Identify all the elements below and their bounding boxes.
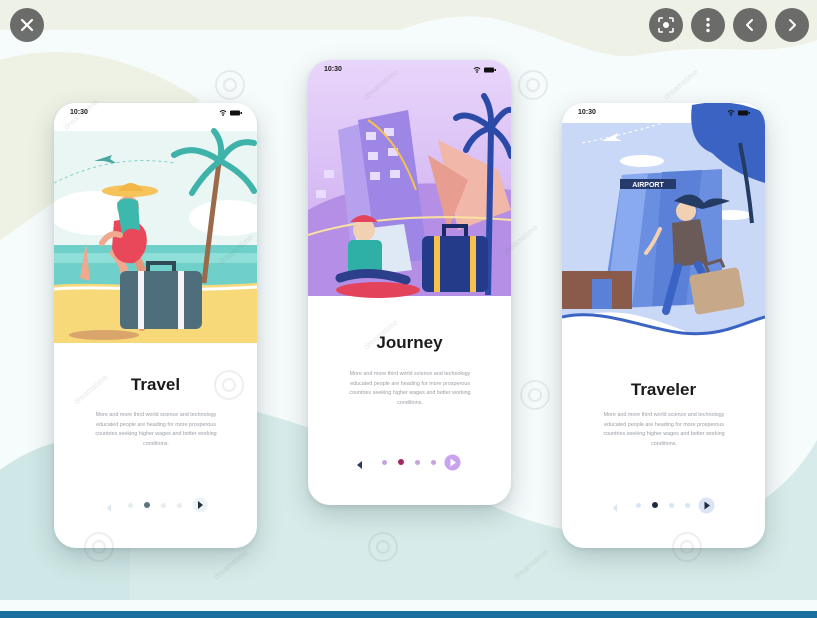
- screen-description: More and more third world science and te…: [590, 411, 738, 449]
- description-line: More and more third world science and te…: [603, 412, 725, 418]
- chevron-right-icon: [787, 18, 797, 32]
- pager: [612, 497, 716, 514]
- description-line: More and more third world science and te…: [349, 371, 471, 377]
- watermark-logo: [518, 70, 548, 100]
- more-vert-icon: [705, 17, 711, 33]
- pager-prev-icon[interactable]: [106, 500, 112, 518]
- city-journey-illustration: [308, 60, 511, 298]
- status-time: 10:30: [324, 66, 342, 73]
- chevron-left-icon: [745, 18, 755, 32]
- previous-image-button[interactable]: [733, 8, 767, 42]
- description-line: conditions.: [397, 399, 423, 406]
- pager-next-icon[interactable]: [192, 497, 208, 518]
- watermark-logo: [214, 370, 244, 400]
- visual-search-icon: [658, 17, 674, 33]
- watermark-logo: [215, 70, 245, 100]
- watermark-logo: [520, 380, 550, 410]
- bottom-accent-bar: [0, 611, 817, 618]
- status-bar: 10:30: [562, 103, 765, 123]
- status-time: 10:30: [578, 109, 596, 116]
- pager-dot[interactable]: [669, 503, 674, 508]
- pager-next-icon[interactable]: [698, 497, 715, 519]
- airport-sign: AIRPORT: [632, 182, 664, 189]
- pager-dot[interactable]: [177, 503, 182, 508]
- pager-dot-active[interactable]: [652, 502, 658, 508]
- description-line: educated people are heading for more pro…: [96, 421, 216, 428]
- description-line: educated people are heading for more pro…: [350, 380, 470, 387]
- pager-prev-icon[interactable]: [612, 500, 618, 518]
- screen-title: Traveler: [630, 380, 697, 399]
- description-line: countries seeking higher wages and bette…: [95, 431, 217, 437]
- phone-screen-journey: 10:30 Journey More and more third world …: [308, 60, 511, 505]
- watermark-logo: [84, 532, 114, 562]
- airport-illustration: AIRPORT: [562, 103, 765, 363]
- description-line: conditions.: [143, 440, 169, 447]
- phone-screen-traveler: AIRPORT 10:30 Traveler More and more thi…: [562, 103, 765, 548]
- pager-dot[interactable]: [161, 503, 166, 508]
- beach-illustration: [54, 103, 257, 343]
- image-viewer-stage: 10:30 Travel More and more third world s…: [0, 0, 817, 618]
- pager: [106, 497, 208, 513]
- phone-screen-travel: 10:30 Travel More and more third world s…: [54, 103, 257, 548]
- close-icon: [20, 18, 34, 32]
- status-bar: 10:30: [308, 60, 511, 80]
- watermark-logo: [368, 532, 398, 562]
- description-line: countries seeking higher wages and bette…: [349, 390, 471, 396]
- pager-prev-icon[interactable]: [356, 457, 363, 475]
- description-line: conditions.: [651, 440, 677, 447]
- watermark-logo: [672, 532, 702, 562]
- screen-description: More and more third world science and te…: [82, 411, 230, 449]
- screen-description: More and more third world science and te…: [336, 370, 484, 408]
- pager-dot[interactable]: [431, 460, 436, 465]
- more-options-button[interactable]: [691, 8, 725, 42]
- pager-dot-active[interactable]: [144, 502, 150, 508]
- description-line: More and more third world science and te…: [95, 412, 217, 418]
- pager-next-icon[interactable]: [444, 454, 461, 476]
- description-line: educated people are heading for more pro…: [604, 421, 724, 428]
- pager-dot[interactable]: [636, 503, 641, 508]
- pager-dot[interactable]: [415, 460, 420, 465]
- pager-dot[interactable]: [685, 503, 690, 508]
- pager-dot[interactable]: [382, 460, 387, 465]
- pager-dot-active[interactable]: [398, 459, 404, 465]
- description-line: countries seeking higher wages and bette…: [603, 431, 725, 437]
- pager: [356, 454, 464, 471]
- visual-search-button[interactable]: [649, 8, 683, 42]
- close-button[interactable]: [10, 8, 44, 42]
- wifi-battery-icon: [219, 110, 242, 116]
- wifi-battery-icon: [727, 110, 750, 116]
- next-image-button[interactable]: [775, 8, 809, 42]
- screen-title: Journey: [376, 333, 443, 352]
- pager-dot[interactable]: [128, 503, 133, 508]
- wifi-battery-icon: [473, 67, 496, 73]
